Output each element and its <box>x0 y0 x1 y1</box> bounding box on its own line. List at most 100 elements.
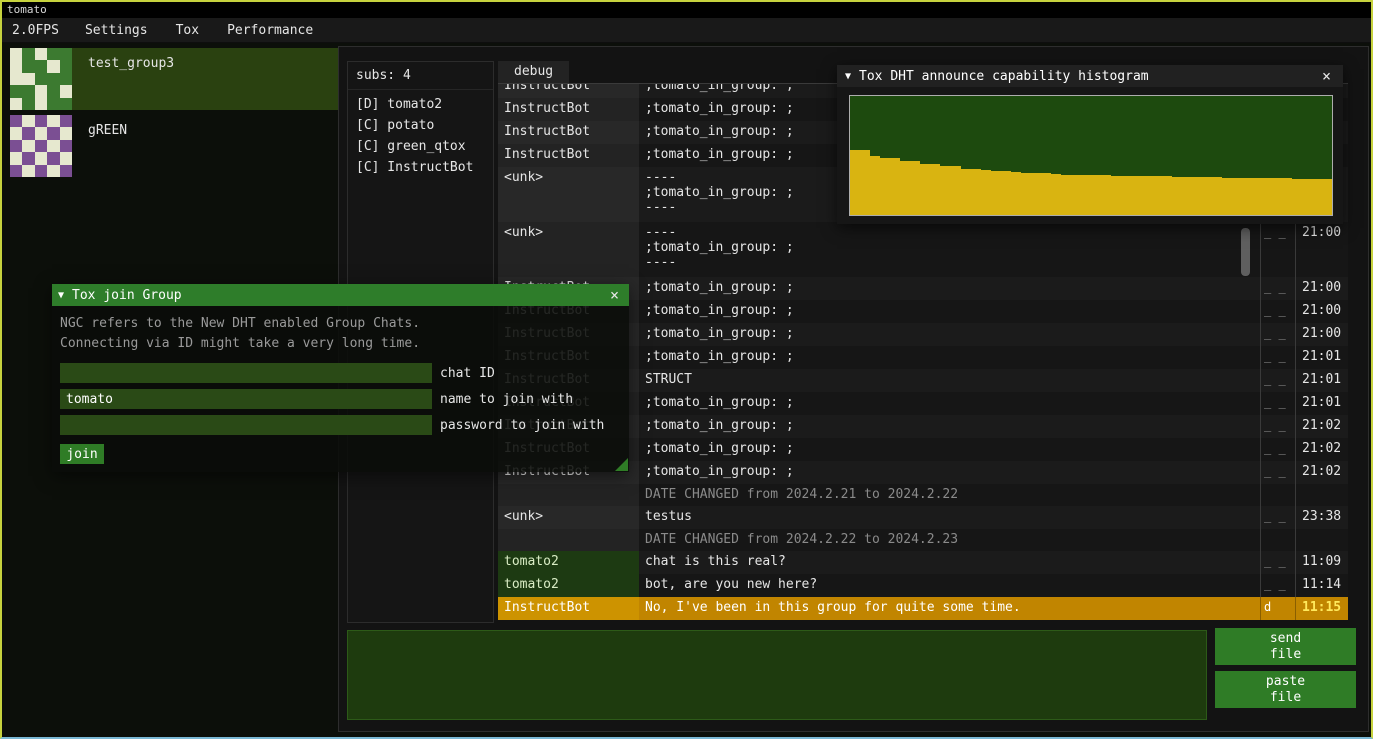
group-name: gREEN <box>88 123 127 177</box>
subs-list-item[interactable]: [C] green_qtox <box>348 136 493 157</box>
message-author <box>498 529 639 551</box>
message-time: 23:38 <box>1295 506 1348 529</box>
message-time <box>1295 529 1348 551</box>
subs-list: [D] tomato2 [C] potato [C] green_qtox [C… <box>348 89 493 178</box>
message-status: _ _ <box>1260 346 1295 369</box>
message-time: 11:15 <box>1295 597 1348 620</box>
message-row[interactable]: tomato2 chat is this real? _ _ 11:09 <box>498 551 1348 574</box>
message-time: 21:00 <box>1295 222 1348 277</box>
message-time: 11:09 <box>1295 551 1348 574</box>
collapse-icon[interactable]: ▼ <box>845 71 851 82</box>
message-row[interactable]: <unk> testus _ _ 23:38 <box>498 506 1348 529</box>
app-root: tomato 2.0FPS Settings Tox Performance t… <box>0 0 1373 739</box>
field-label: chat ID <box>440 366 495 381</box>
histogram-titlebar[interactable]: ▼ Tox DHT announce capability histogram … <box>837 65 1343 87</box>
field-row: password to join with <box>60 412 621 438</box>
chat-input[interactable] <box>347 630 1207 720</box>
field-label: name to join with <box>440 392 573 407</box>
message-time: 21:00 <box>1295 323 1348 346</box>
message-row[interactable]: DATE CHANGED from 2024.2.22 to 2024.2.23 <box>498 529 1348 551</box>
field-input[interactable] <box>60 415 432 435</box>
message-status: _ _ <box>1260 277 1295 300</box>
message-text: ---- ;tomato_in_group: ; ---- <box>639 222 1260 277</box>
fps-counter: 2.0FPS <box>2 23 71 38</box>
resize-grip[interactable] <box>615 458 628 471</box>
message-status: _ _ <box>1260 222 1295 277</box>
join-dialog-title: Tox join Group <box>72 288 182 303</box>
message-status: d <box>1260 597 1295 620</box>
message-time <box>1295 484 1348 506</box>
message-text: ;tomato_in_group: ; <box>639 415 1260 438</box>
message-time: 21:01 <box>1295 392 1348 415</box>
message-time: 21:02 <box>1295 438 1348 461</box>
menu-performance[interactable]: Performance <box>213 23 327 38</box>
field-input[interactable] <box>60 389 432 409</box>
message-status <box>1260 484 1295 506</box>
message-author: <unk> <box>498 506 639 529</box>
group-avatar <box>10 115 72 177</box>
message-row[interactable]: InstructBot No, I've been in this group … <box>498 597 1348 620</box>
subs-header: subs: 4 <box>348 66 493 89</box>
message-author: InstructBot <box>498 597 639 620</box>
tab-debug[interactable]: debug <box>498 61 569 83</box>
send-file-button[interactable]: send file <box>1215 628 1356 665</box>
join-group-dialog: ▼ Tox join Group × NGC refers to the New… <box>52 284 629 472</box>
message-author: InstructBot <box>498 98 639 121</box>
message-row[interactable]: tomato2 bot, are you new here? _ _ 11:14 <box>498 574 1348 597</box>
message-time: 21:00 <box>1295 300 1348 323</box>
message-row[interactable]: DATE CHANGED from 2024.2.21 to 2024.2.22 <box>498 484 1348 506</box>
field-row: name to join with <box>60 386 621 412</box>
menu-bar: 2.0FPS Settings Tox Performance <box>2 18 1371 43</box>
message-time: 21:02 <box>1295 415 1348 438</box>
message-status: _ _ <box>1260 506 1295 529</box>
window-title: tomato <box>7 3 47 16</box>
join-dialog-body: NGC refers to the New DHT enabled Group … <box>52 306 629 472</box>
message-status: _ _ <box>1260 323 1295 346</box>
message-time: 11:14 <box>1295 574 1348 597</box>
message-author: tomato2 <box>498 574 639 597</box>
collapse-icon[interactable]: ▼ <box>58 290 64 301</box>
message-status: _ _ <box>1260 415 1295 438</box>
menu-tox[interactable]: Tox <box>162 23 213 38</box>
message-author: tomato2 <box>498 551 639 574</box>
close-icon[interactable]: × <box>606 286 623 304</box>
sidebar-item-gREEN[interactable]: gREEN <box>10 115 338 177</box>
message-author: InstructBot <box>498 84 639 98</box>
group-name: test_group3 <box>88 56 174 110</box>
message-status: _ _ <box>1260 369 1295 392</box>
join-info-line: NGC refers to the New DHT enabled Group … <box>60 314 621 334</box>
close-icon[interactable]: × <box>1318 67 1335 85</box>
message-author: InstructBot <box>498 144 639 167</box>
message-time: 21:01 <box>1295 369 1348 392</box>
message-time: 21:00 <box>1295 277 1348 300</box>
message-author: InstructBot <box>498 121 639 144</box>
sidebar-item-test_group3[interactable]: test_group3 <box>10 48 338 110</box>
message-row[interactable]: <unk> ---- ;tomato_in_group: ; ---- _ _ … <box>498 222 1348 277</box>
subs-list-item[interactable]: [D] tomato2 <box>348 94 493 115</box>
message-author: <unk> <box>498 167 639 222</box>
field-label: password to join with <box>440 418 604 433</box>
message-text: ;tomato_in_group: ; <box>639 300 1260 323</box>
join-dialog-titlebar[interactable]: ▼ Tox join Group × <box>52 284 629 306</box>
message-author <box>498 484 639 506</box>
message-text: ;tomato_in_group: ; <box>639 346 1260 369</box>
message-text: chat is this real? <box>639 551 1260 574</box>
join-info-line: Connecting via ID might take a very long… <box>60 334 621 354</box>
message-text: ;tomato_in_group: ; <box>639 461 1260 484</box>
paste-file-button[interactable]: paste file <box>1215 671 1356 708</box>
field-input[interactable] <box>60 363 432 383</box>
histogram-title: Tox DHT announce capability histogram <box>859 69 1149 84</box>
window-titlebar[interactable]: tomato <box>2 2 1371 18</box>
menu-settings[interactable]: Settings <box>71 23 162 38</box>
message-text: ;tomato_in_group: ; <box>639 392 1260 415</box>
subs-list-item[interactable]: [C] potato <box>348 115 493 136</box>
chat-scrollbar-thumb[interactable] <box>1241 228 1250 276</box>
subs-list-item[interactable]: [C] InstructBot <box>348 157 493 178</box>
message-status <box>1260 529 1295 551</box>
message-status: _ _ <box>1260 438 1295 461</box>
message-text: ;tomato_in_group: ; <box>639 438 1260 461</box>
message-text: bot, are you new here? <box>639 574 1260 597</box>
message-text: ;tomato_in_group: ; <box>639 323 1260 346</box>
message-status: _ _ <box>1260 551 1295 574</box>
join-button[interactable]: join <box>60 444 104 464</box>
